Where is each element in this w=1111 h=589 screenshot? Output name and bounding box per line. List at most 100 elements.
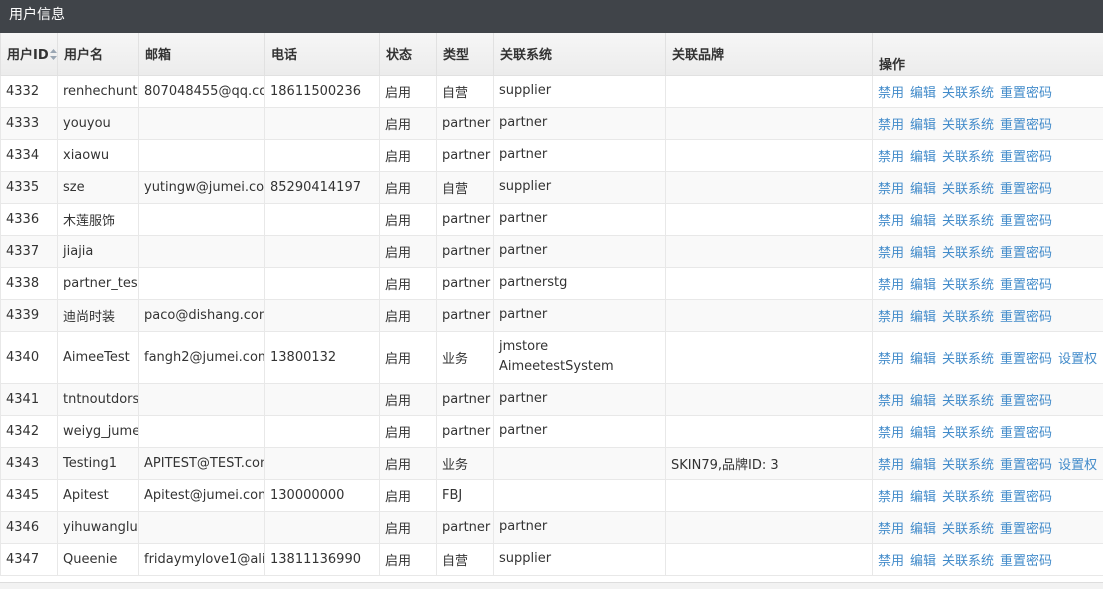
link-system-link[interactable]: 关联系统 (942, 458, 994, 473)
disable-link[interactable]: 禁用 (878, 246, 904, 261)
disable-link[interactable]: 禁用 (878, 150, 904, 165)
username-cell: 迪尚时装 (57, 298, 139, 332)
disable-link[interactable]: 禁用 (878, 86, 904, 101)
type-cell: 业务 (436, 446, 494, 480)
status-cell: 启用 (379, 414, 437, 448)
ops-cell: 禁用 编辑 关联系统 重置密码 (872, 234, 1104, 268)
horizontal-scrollbar[interactable] (0, 582, 1103, 589)
disable-link[interactable]: 禁用 (878, 458, 904, 473)
reset-password-link[interactable]: 重置密码 (1000, 426, 1052, 441)
reset-password-link[interactable]: 重置密码 (1000, 182, 1052, 197)
link-system-link[interactable]: 关联系统 (942, 522, 994, 537)
disable-link[interactable]: 禁用 (878, 490, 904, 505)
link-system-link[interactable]: 关联系统 (942, 150, 994, 165)
link-system-link[interactable]: 关联系统 (942, 426, 994, 441)
edit-link[interactable]: 编辑 (910, 310, 936, 325)
link-system-link[interactable]: 关联系统 (942, 490, 994, 505)
reset-password-link[interactable]: 重置密码 (1000, 522, 1052, 537)
reset-password-link[interactable]: 重置密码 (1000, 352, 1052, 367)
username-cell: Apitest (57, 478, 139, 512)
link-system-link[interactable]: 关联系统 (942, 182, 994, 197)
username-cell: youyou (57, 106, 139, 140)
table-row: 4335 sze yutingw@jumei.com 85290414197 启用 自营 s… (0, 170, 1104, 204)
disable-link[interactable]: 禁用 (878, 182, 904, 197)
brand-cell (665, 74, 873, 108)
sort-icon[interactable] (49, 49, 57, 60)
column-header-username: 用户名 (57, 33, 139, 76)
user-id-cell: 4334 (0, 138, 58, 172)
edit-link[interactable]: 编辑 (910, 352, 936, 367)
disable-link[interactable]: 禁用 (878, 310, 904, 325)
phone-cell (264, 298, 380, 332)
edit-link[interactable]: 编辑 (910, 426, 936, 441)
reset-password-link[interactable]: 重置密码 (1000, 86, 1052, 101)
user-id-cell: 4338 (0, 266, 58, 300)
reset-password-link[interactable]: 重置密码 (1000, 554, 1052, 569)
right-gutter (1103, 0, 1111, 589)
email-cell: Apitest@jumei.com (138, 478, 265, 512)
reset-password-link[interactable]: 重置密码 (1000, 394, 1052, 409)
username-cell: weiyg_jumei (57, 414, 139, 448)
link-system-link[interactable]: 关联系统 (942, 246, 994, 261)
reset-password-link[interactable]: 重置密码 (1000, 278, 1052, 293)
system-name: partner (499, 147, 548, 162)
link-system-link[interactable]: 关联系统 (942, 278, 994, 293)
edit-link[interactable]: 编辑 (910, 246, 936, 261)
disable-link[interactable]: 禁用 (878, 278, 904, 293)
disable-link[interactable]: 禁用 (878, 554, 904, 569)
edit-link[interactable]: 编辑 (910, 278, 936, 293)
column-header-ops: 操作 (872, 33, 1104, 76)
column-header-id[interactable]: 用户ID (0, 33, 58, 76)
reset-password-link[interactable]: 重置密码 (1000, 246, 1052, 261)
link-system-link[interactable]: 关联系统 (942, 554, 994, 569)
edit-link[interactable]: 编辑 (910, 554, 936, 569)
reset-password-link[interactable]: 重置密码 (1000, 214, 1052, 229)
phone-cell (264, 510, 380, 544)
username-cell: jiajia (57, 234, 139, 268)
link-system-link[interactable]: 关联系统 (942, 310, 994, 325)
reset-password-link[interactable]: 重置密码 (1000, 150, 1052, 165)
edit-link[interactable]: 编辑 (910, 522, 936, 537)
email-cell (138, 106, 265, 140)
status-cell: 启用 (379, 202, 437, 236)
link-system-link[interactable]: 关联系统 (942, 86, 994, 101)
type-cell: partner (436, 106, 494, 140)
table-row: 4342 weiyg_jumei 启用 partner partner 禁用 编辑 关联系统重… (0, 414, 1104, 448)
table-row: 4347Queeniefridaymylove1@aliyun.com13811… (0, 542, 1104, 576)
disable-link[interactable]: 禁用 (878, 522, 904, 537)
edit-link[interactable]: 编辑 (910, 394, 936, 409)
disable-link[interactable]: 禁用 (878, 426, 904, 441)
reset-password-link[interactable]: 重置密码 (1000, 490, 1052, 505)
link-system-link[interactable]: 关联系统 (942, 118, 994, 133)
panel-title: 用户信息 (9, 7, 65, 23)
email-cell (138, 138, 265, 172)
disable-link[interactable]: 禁用 (878, 352, 904, 367)
column-header-phone: 电话 (264, 33, 380, 76)
edit-link[interactable]: 编辑 (910, 182, 936, 197)
reset-password-link[interactable]: 重置密码 (1000, 118, 1052, 133)
link-system-link[interactable]: 关联系统 (942, 214, 994, 229)
status-cell: 启用 (379, 138, 437, 172)
reset-password-link[interactable]: 重置密码 (1000, 458, 1052, 473)
edit-link[interactable]: 编辑 (910, 214, 936, 229)
link-system-link[interactable]: 关联系统 (942, 352, 994, 367)
system-cell (493, 446, 666, 480)
edit-link[interactable]: 编辑 (910, 118, 936, 133)
set-permission-link[interactable]: 设置权 (1058, 458, 1097, 473)
reset-password-link[interactable]: 重置密码 (1000, 310, 1052, 325)
edit-link[interactable]: 编辑 (910, 490, 936, 505)
disable-link[interactable]: 禁用 (878, 214, 904, 229)
edit-link[interactable]: 编辑 (910, 458, 936, 473)
disable-link[interactable]: 禁用 (878, 118, 904, 133)
type-cell: partner (436, 202, 494, 236)
ops-cell: 禁用 编辑 关联系统 重置密码 (872, 106, 1104, 140)
user-id-cell: 4335 (0, 170, 58, 204)
table-row: 4336 木莲服饰 启用 partner partner 禁用 编辑 关联系统 重置密码 (0, 202, 1104, 236)
brand-cell (665, 170, 873, 204)
edit-link[interactable]: 编辑 (910, 150, 936, 165)
link-system-link[interactable]: 关联系统 (942, 394, 994, 409)
system-name: AimeetestSystem (499, 359, 614, 374)
disable-link[interactable]: 禁用 (878, 394, 904, 409)
edit-link[interactable]: 编辑 (910, 86, 936, 101)
set-permission-link[interactable]: 设置权 (1058, 352, 1097, 367)
